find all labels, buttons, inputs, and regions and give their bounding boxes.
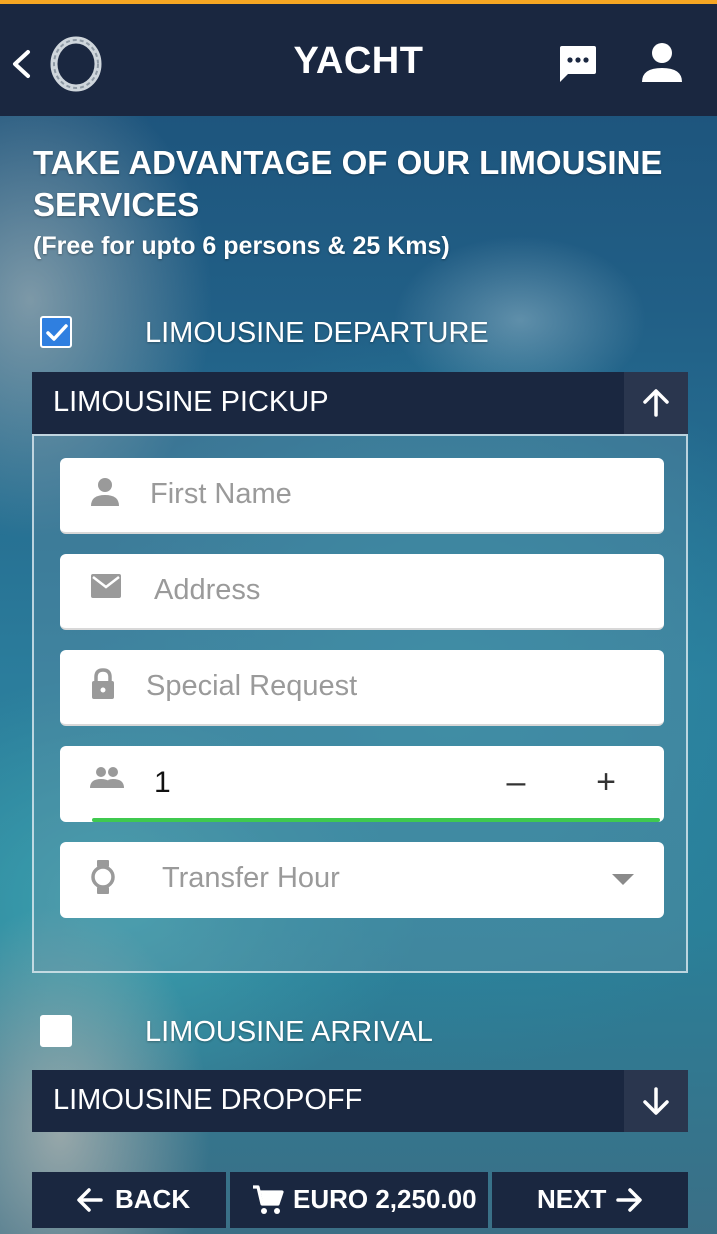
pickup-form-panel: First Name Address Special Request 1 – +: [32, 434, 688, 973]
back-label: BACK: [115, 1184, 191, 1214]
special-request-placeholder: Special Request: [146, 670, 358, 702]
app-header: YACHT: [0, 4, 717, 116]
checkmark-icon: [46, 324, 68, 341]
transfer-hour-select[interactable]: Transfer Hour: [60, 842, 664, 918]
arrow-up-icon: [643, 389, 669, 417]
services-subline: (Free for upto 6 persons & 25 Kms): [33, 232, 450, 260]
arrival-checkbox-row[interactable]: LIMOUSINE ARRIVAL: [40, 1015, 660, 1049]
back-button[interactable]: BACK: [32, 1172, 226, 1228]
lock-icon: [92, 668, 114, 699]
arrival-checkbox-label: LIMOUSINE ARRIVAL: [145, 1016, 433, 1048]
arrow-left-icon: [77, 1188, 103, 1212]
focus-underline: [92, 818, 660, 822]
dropoff-section-header[interactable]: LIMOUSINE DROPOFF: [32, 1070, 688, 1132]
decrement-button[interactable]: –: [494, 760, 538, 804]
departure-checkbox-row[interactable]: LIMOUSINE DEPARTURE: [40, 316, 660, 350]
footer-bar: BACK EURO 2,250.00 NEXT: [32, 1172, 688, 1228]
transfer-hour-placeholder: Transfer Hour: [162, 862, 340, 894]
address-field[interactable]: Address: [60, 554, 664, 630]
arrow-down-icon: [643, 1087, 669, 1115]
pickup-section-title: LIMOUSINE PICKUP: [53, 386, 329, 418]
address-placeholder: Address: [154, 574, 261, 606]
expand-dropoff-button[interactable]: [624, 1070, 688, 1132]
watch-icon: [91, 860, 115, 894]
first-name-field[interactable]: First Name: [60, 458, 664, 534]
cart-total-label: EURO 2,250.00: [293, 1184, 477, 1214]
first-name-placeholder: First Name: [150, 478, 292, 510]
pickup-section-header[interactable]: LIMOUSINE PICKUP: [32, 372, 688, 434]
caret-down-icon: [612, 874, 634, 885]
increment-button[interactable]: +: [584, 760, 628, 804]
chat-icon[interactable]: [556, 44, 598, 84]
user-icon[interactable]: [640, 42, 684, 84]
cart-icon: [253, 1185, 284, 1214]
page-title: YACHT: [293, 40, 424, 82]
services-headline: TAKE ADVANTAGE OF OUR LIMOUSINE SERVICES: [33, 144, 663, 223]
departure-checkbox-label: LIMOUSINE DEPARTURE: [145, 317, 489, 349]
arrival-checkbox[interactable]: [40, 1015, 72, 1047]
cart-total-button[interactable]: EURO 2,250.00: [230, 1172, 488, 1228]
arrow-right-icon: [616, 1188, 642, 1212]
special-request-field[interactable]: Special Request: [60, 650, 664, 726]
people-icon: [90, 767, 124, 788]
next-label: NEXT: [537, 1184, 607, 1214]
persons-count[interactable]: 1: [154, 766, 171, 800]
departure-checkbox[interactable]: [40, 316, 72, 348]
dropoff-section-title: LIMOUSINE DROPOFF: [53, 1084, 363, 1116]
next-button[interactable]: NEXT: [492, 1172, 688, 1228]
envelope-icon: [91, 574, 121, 598]
collapse-pickup-button[interactable]: [624, 372, 688, 434]
persons-stepper[interactable]: 1 – +: [60, 746, 664, 822]
person-icon: [91, 478, 119, 506]
